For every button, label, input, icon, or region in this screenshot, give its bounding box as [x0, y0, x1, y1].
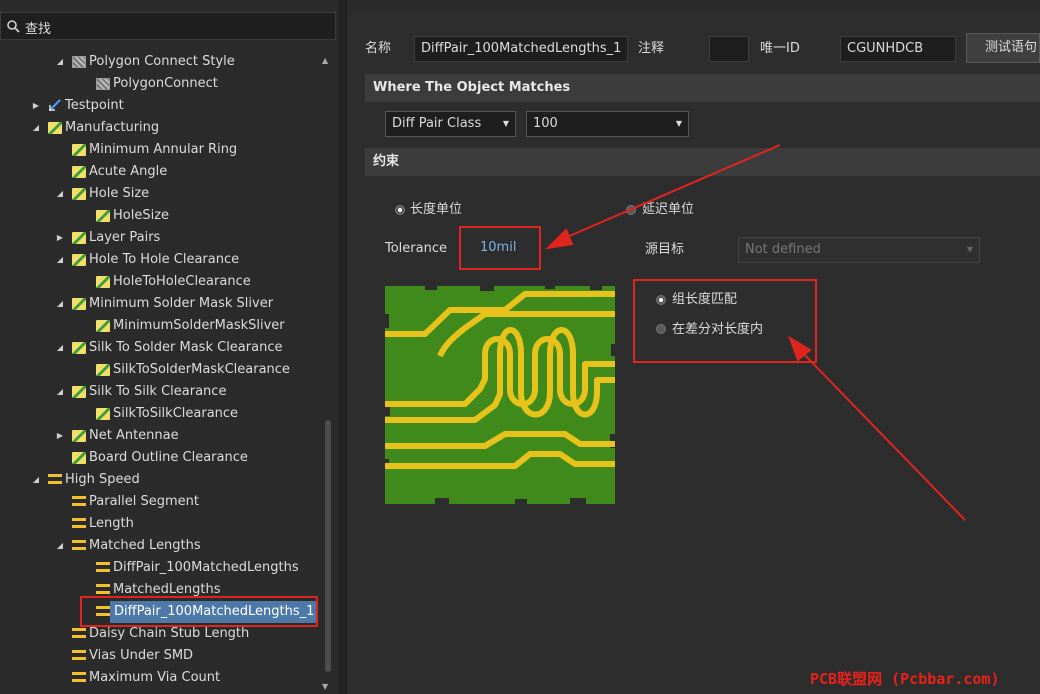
- annotation-arrows: [545, 144, 966, 521]
- annotation-arrow-tolerance: [559, 144, 781, 241]
- watermark-text: PCB联盟网 (Pcbbar.com): [810, 670, 1000, 688]
- annotation-arrow-match-mode: [797, 347, 966, 521]
